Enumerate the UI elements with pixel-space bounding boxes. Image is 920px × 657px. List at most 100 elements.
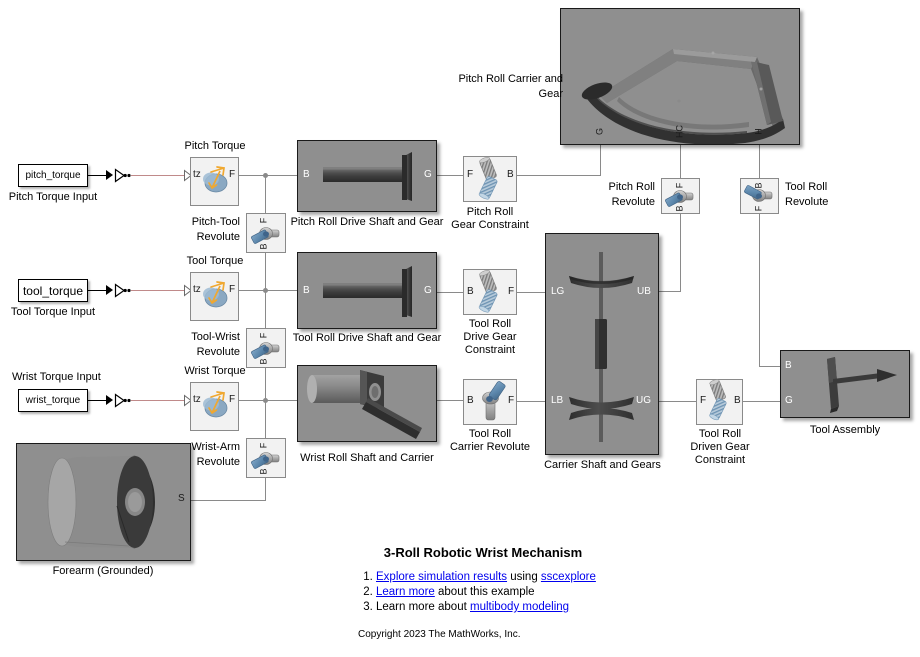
wire-pitchrevolute-to-UB-v	[680, 213, 681, 291]
wire-wristshaft-to-revolute	[437, 400, 463, 401]
tool-roll-revolute-port-top: B	[753, 182, 764, 189]
tool-wrist-revolute-caption: Tool-Wrist Revolute	[191, 331, 240, 358]
carrier-shaft-port-lg: LG	[551, 286, 565, 297]
list-item: Learn more about multibody modeling	[376, 600, 778, 615]
pitch-shaft-port-right: G	[424, 169, 432, 180]
carrier-gear-port-g: G	[594, 128, 605, 136]
wire-carrierrevolute-to-LB	[517, 401, 545, 402]
wire-pitch-signal	[88, 175, 106, 176]
tool-roll-revolute-port-bottom: F	[753, 205, 764, 212]
explore-simulation-results-link[interactable]: Explore simulation results	[376, 571, 507, 583]
wrist-torque-port-out: F	[229, 394, 236, 405]
learn-more-link[interactable]: Learn more	[376, 586, 435, 598]
carrier-shaft-and-gears-block[interactable]	[545, 233, 659, 455]
carrier-shaft-port-ub: UB	[637, 286, 651, 297]
wire-pitchrevolute-to-UB-h	[659, 291, 681, 292]
ps-converter-tool-icon	[114, 283, 131, 298]
link-middle-text: using	[507, 571, 541, 583]
pitch-roll-revolute-port-bottom: B	[674, 205, 685, 212]
wire-pitch-torque-to-shaft	[239, 175, 297, 176]
pitch-tool-revolute-port-bottom: B	[258, 243, 269, 250]
pitch-torque-block[interactable]	[190, 157, 239, 206]
link-middle-text: about this example	[434, 586, 535, 598]
tool-shaft-port-left: B	[303, 285, 310, 296]
wire-wrist-signal	[88, 400, 106, 401]
wire-UG-to-drivengear	[659, 401, 696, 402]
wire-pitch-ps	[131, 175, 185, 176]
wire-carrierHC-to-pitchrevolute	[680, 145, 681, 178]
carrier-shaft-port-lb: LB	[551, 395, 564, 406]
tool-shaft-port-right: G	[424, 285, 432, 296]
tool-carrier-revolute-port-right: F	[508, 395, 515, 406]
tool-torque-input-block[interactable]: tool_torque	[18, 279, 88, 302]
signal-arrow-tool-icon	[106, 285, 113, 295]
wire-drivengear-to-toolassembly	[743, 401, 780, 402]
forearm-caption: Forearm (Grounded)	[52, 565, 154, 577]
wire-forearm-to-bus	[191, 500, 266, 501]
wrist-shaft-caption: Wrist Roll Shaft and Carrier	[300, 452, 434, 464]
tool-roll-drive-shaft-block[interactable]	[297, 252, 437, 329]
wire-bus-seg3	[265, 290, 266, 328]
tool-torque-block[interactable]	[190, 272, 239, 321]
forearm-block[interactable]	[16, 443, 191, 561]
tool-assembly-port-g: G	[785, 395, 793, 406]
wire-toolrevolute-to-toolassembly-v	[759, 213, 760, 366]
pitch-tool-revolute-caption: Pitch-Tool Revolute	[191, 216, 240, 243]
wrist-torque-block[interactable]	[190, 382, 239, 431]
tool-torque-port-in: tz	[193, 284, 201, 295]
page-title: 3-Roll Robotic Wrist Mechanism	[383, 545, 583, 560]
ps-converter-pitch-icon	[114, 168, 131, 183]
multibody-modeling-link[interactable]: multibody modeling	[470, 601, 569, 613]
wrist-arm-revolute-port-bottom: B	[258, 468, 269, 475]
wire-carrierH-to-toolrevolute	[759, 145, 760, 178]
junction-wrist	[263, 398, 268, 403]
wire-toolconstraint-to-LG	[517, 292, 545, 293]
wire-tool-torque-to-shaft	[239, 290, 297, 291]
tool-driven-gear-port-right: B	[734, 395, 741, 406]
tool-torque-input-value: tool_torque	[22, 283, 84, 298]
tool-assembly-3d-icon	[781, 351, 909, 417]
tool-wrist-revolute-port-bottom: B	[258, 358, 269, 365]
wire-bus-seg1	[265, 175, 266, 213]
wrist-arm-revolute-port-top: F	[258, 442, 269, 449]
link-prefix-text: Learn more about	[376, 601, 470, 613]
pitch-torque-port-in: tz	[193, 169, 201, 180]
pitch-roll-carrier-caption: Pitch Roll Carrier and Gear	[458, 73, 563, 100]
carrier-shaft-caption: Carrier Shaft and Gears	[544, 459, 661, 471]
carrier-gear-port-hc: HC	[674, 125, 685, 138]
pitch-shaft-port-left: B	[303, 169, 310, 180]
forearm-3d-icon	[17, 444, 190, 560]
tool-driven-gear-caption: Tool Roll Driven Gear Constraint	[690, 428, 750, 466]
wire-pitchshaft-to-constraint	[437, 175, 463, 176]
pitch-torque-input-caption: Pitch Torque Input	[8, 191, 98, 203]
ps-converter-wrist-icon	[114, 393, 131, 408]
description-panel: 3-Roll Robotic Wrist Mechanism Explore s…	[358, 545, 778, 640]
signal-arrow-pitch-icon	[106, 170, 113, 180]
pitch-torque-input-block[interactable]: pitch_torque	[18, 164, 88, 187]
pitch-roll-drive-shaft-block[interactable]	[297, 140, 437, 212]
tool-assembly-block[interactable]	[780, 350, 910, 418]
wire-tool-ps	[131, 290, 185, 291]
torque-source-icon	[203, 391, 228, 418]
pitch-roll-revolute-caption: Pitch Roll Revolute	[608, 181, 655, 208]
pitch-gear-constraint-caption: Pitch Roll Gear Constraint	[451, 206, 529, 231]
signal-arrow-wrist-icon	[106, 395, 113, 405]
link-list: Explore simulation results using sscexpl…	[358, 570, 778, 615]
pitch-gear-constraint-port-right: B	[507, 169, 514, 180]
wrist-torque-input-block[interactable]: wrist_torque	[18, 389, 88, 412]
list-item: Explore simulation results using sscexpl…	[376, 570, 778, 585]
copyright-text: Copyright 2023 The MathWorks, Inc.	[358, 629, 521, 640]
wire-bus-seg2	[265, 253, 266, 290]
wrist-torque-input-value: wrist_torque	[25, 395, 81, 406]
pitch-shaft-caption: Pitch Roll Drive Shaft and Gear	[290, 216, 444, 228]
junction-tool	[263, 288, 268, 293]
sscexplore-link[interactable]: sscexplore	[541, 571, 596, 583]
pitch-torque-input-value: pitch_torque	[25, 170, 81, 181]
tool-torque-caption: Tool Torque	[186, 255, 244, 267]
pitch-torque-caption: Pitch Torque	[184, 140, 246, 152]
wire-pitchconstraint-to-carrierG-h	[517, 175, 600, 176]
wrist-roll-shaft-block[interactable]	[297, 365, 437, 442]
simulink-canvas: pitch_torque Pitch Torque Input tool_tor…	[0, 0, 920, 657]
pitch-tool-revolute-port-top: F	[258, 217, 269, 224]
tool-carrier-revolute-port-left: B	[467, 395, 474, 406]
